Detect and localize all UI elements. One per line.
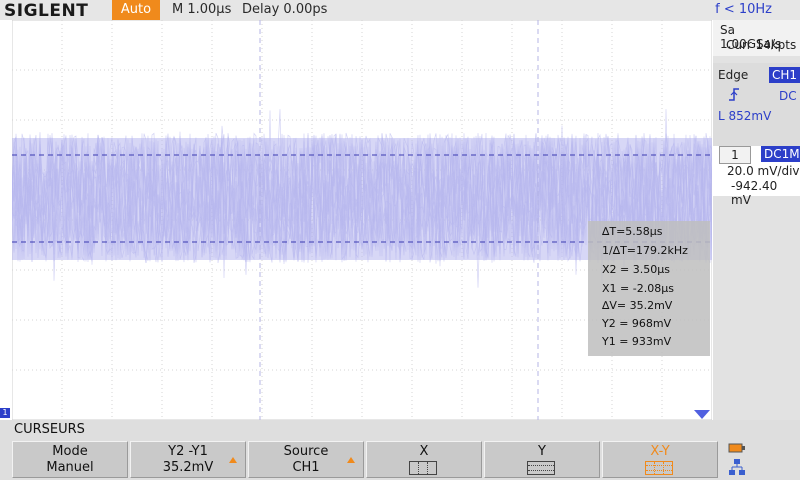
- memory-depth: Curr 14kpts: [726, 38, 797, 52]
- acquisition-box: Sa 1.00GSa/s Curr 14kpts: [713, 20, 800, 56]
- channel-coupling: DC1M: [761, 146, 800, 162]
- xy-label: X-Y: [650, 444, 670, 459]
- xy-cursors-icon: [645, 461, 673, 475]
- x1-value: X1 = -2.08μs: [602, 282, 674, 295]
- timebase-readout[interactable]: M 1.00μs: [172, 0, 231, 20]
- channel-number: 1: [719, 146, 751, 164]
- trigger-box[interactable]: Edge CH1 DC L 852mV: [713, 63, 800, 149]
- top-status-bar: SIGLENT Auto M 1.00μs Delay 0.00ps f < 1…: [0, 0, 800, 21]
- cursor-select-value: 35.2mV: [162, 460, 214, 475]
- vertical-offset: -942.40 mV: [731, 179, 778, 207]
- mode-button[interactable]: Mode Manuel: [12, 441, 128, 478]
- waveform-display[interactable]: [12, 20, 712, 420]
- rising-edge-icon: [729, 88, 739, 101]
- source-button[interactable]: Source CH1: [248, 441, 364, 478]
- trigger-mode-badge[interactable]: Auto: [112, 0, 160, 20]
- brand-logo: SIGLENT: [4, 1, 89, 21]
- trigger-level: L 852mV: [718, 109, 772, 123]
- softkey-menu: CURSEURS Mode Manuel Y2 -Y1 35.2mV Sourc…: [0, 420, 800, 480]
- inverse-delta-t: 1/∆T=179.2kHz: [602, 244, 688, 257]
- source-value: CH1: [292, 460, 320, 475]
- y2-value: Y2 = 968mV: [602, 317, 672, 330]
- x-label: X: [419, 444, 429, 459]
- cursor-select-label: Y2 -Y1: [168, 444, 208, 459]
- channel1-box[interactable]: 1 DC1M 20.0 mV/div -942.40 mV: [713, 146, 800, 207]
- network-icon: [729, 459, 745, 475]
- trigger-source: CH1: [769, 67, 800, 83]
- delta-t: ∆T=5.58μs: [602, 225, 663, 238]
- adjust-icon: [347, 457, 355, 463]
- adjust-icon: [229, 457, 237, 463]
- y-cursor-button[interactable]: Y: [484, 441, 600, 478]
- y1-value: Y1 = 933mV: [602, 335, 672, 348]
- trigger-type: Edge: [718, 68, 749, 82]
- xy-cursor-button[interactable]: X-Y: [602, 441, 718, 478]
- cursor-measurement-panel: ∆T=5.58μs 1/∆T=179.2kHz X2 = 3.50μs X1 =…: [588, 221, 710, 356]
- vertical-scale: 20.0 mV/div: [727, 164, 800, 178]
- trigger-coupling: DC: [779, 89, 797, 103]
- battery-icon: [728, 443, 745, 453]
- frequency-counter: f < 10Hz: [715, 2, 772, 17]
- mode-value: Manuel: [46, 460, 94, 475]
- vertical-cursors-icon: [409, 461, 437, 475]
- source-label: Source: [283, 444, 329, 459]
- x-cursor-button[interactable]: X: [366, 441, 482, 478]
- menu-title: CURSEURS: [14, 422, 85, 437]
- right-info-panel: Sa 1.00GSa/s Curr 14kpts Edge CH1 DC L 8…: [713, 20, 800, 420]
- cursor-select-button[interactable]: Y2 -Y1 35.2mV: [130, 441, 246, 478]
- x2-value: X2 = 3.50μs: [602, 263, 670, 276]
- mode-label: Mode: [52, 444, 88, 459]
- delta-v: ∆V= 35.2mV: [602, 299, 673, 312]
- y-label: Y: [538, 444, 546, 459]
- horizontal-cursors-icon: [527, 461, 555, 475]
- delay-readout[interactable]: Delay 0.00ps: [242, 0, 327, 20]
- channel-marker[interactable]: 1: [0, 408, 10, 418]
